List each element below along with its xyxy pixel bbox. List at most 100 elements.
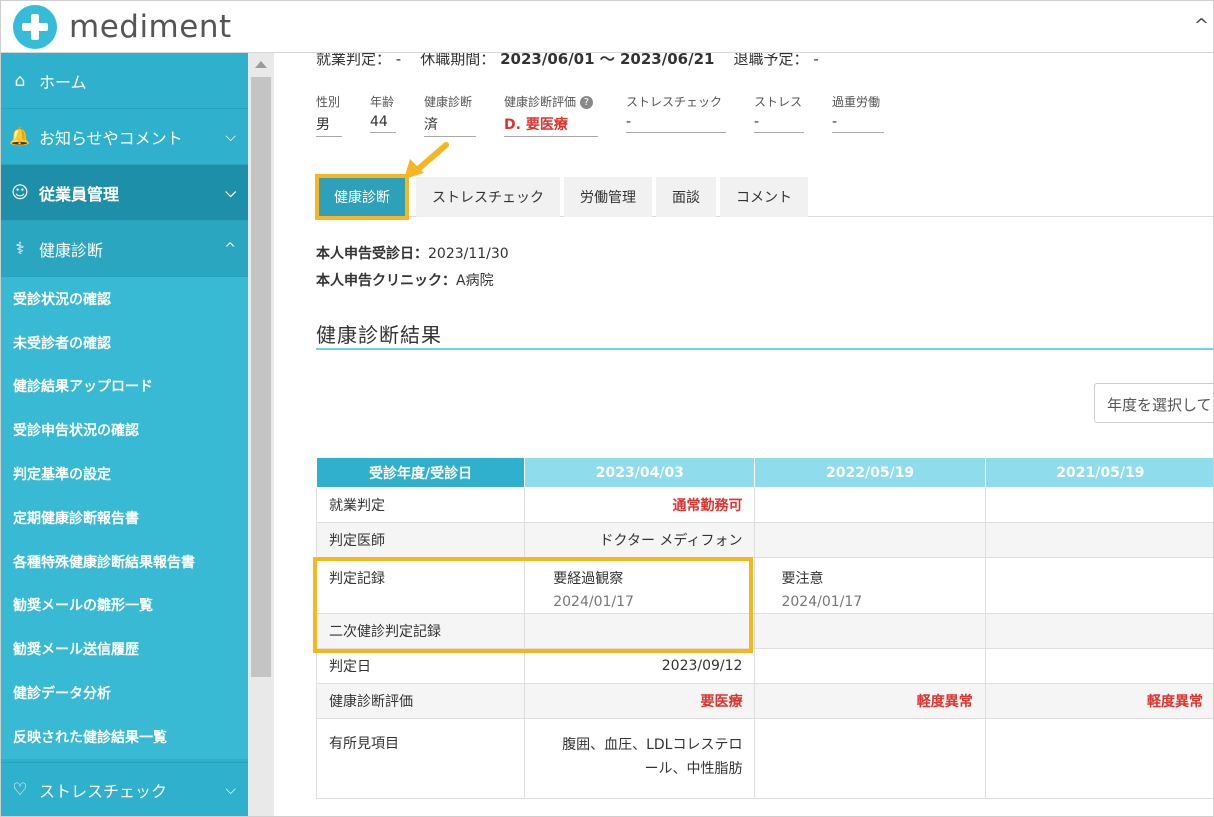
tab-health-checkup[interactable]: 健康診断 <box>315 174 409 220</box>
table-cell: 腹囲、血圧、LDLコレステロール、中性脂肪 <box>524 718 756 799</box>
table-cell <box>984 557 1213 614</box>
sidebar-item-stress-check[interactable]: ♡ ストレスチェック ⌵ <box>1 762 248 816</box>
sidebar-subitem[interactable]: 反映された健診結果一覧 <box>1 714 248 759</box>
heart-icon: ♡ <box>12 780 28 800</box>
field-value: - <box>626 114 726 133</box>
annotation-arrow-icon <box>404 142 449 179</box>
row-label: 判定医師 <box>315 522 526 558</box>
sidebar-item-label: ストレスチェック <box>39 782 168 801</box>
sidebar-subitem[interactable]: 未受診者の確認 <box>1 320 248 365</box>
field-label: 過重労働 <box>832 95 881 109</box>
row-label: 就業判定 <box>315 487 526 523</box>
chevron-up-icon[interactable]: ^ <box>1194 15 1209 36</box>
employment-status-line: 就業判定： - 休職期間： 2023/06/01 〜 2023/06/21 退職… <box>316 53 819 69</box>
employment-value: - <box>395 53 402 68</box>
sidebar-subitem[interactable]: 各種特殊健康診断結果報告書 <box>1 539 248 584</box>
table-header-cell[interactable]: 2022/05/19 <box>754 457 986 488</box>
leave-value: 2023/06/01 〜 2023/06/21 <box>500 53 715 68</box>
employee-summary-fields: 性別 男 年齢 44 健康診断 済 健康診断評価 ? D. 要医療 ストレスチェ… <box>316 93 912 137</box>
field-value: - <box>832 114 884 133</box>
scroll-up-arrow-icon[interactable] <box>255 61 267 68</box>
field-value: 男 <box>316 114 342 137</box>
table-header-cell[interactable]: 2023/04/03 <box>524 457 756 488</box>
sidebar-subitem[interactable]: 受診状況の確認 <box>1 277 248 321</box>
table-row: 健康診断評価 要医療 軽度異常 軽度異常 <box>315 683 1213 719</box>
field-stress: ストレス - <box>754 93 804 137</box>
sidebar-scrollbar[interactable] <box>248 53 274 816</box>
table-cell <box>754 613 986 649</box>
record-value: 要注意 <box>781 571 824 587</box>
help-icon[interactable]: ? <box>579 96 593 109</box>
table-cell: 通常勤務可 <box>524 487 756 523</box>
row-label: 有所見項目 <box>315 718 526 799</box>
sidebar-item-label: お知らせやコメント <box>39 128 183 148</box>
sidebar-subitem[interactable]: 受診申告状況の確認 <box>1 408 248 453</box>
sidebar-item-home[interactable]: ⌂ ホーム <box>1 53 248 109</box>
logo-text: mediment <box>69 9 232 45</box>
table-cell <box>754 522 986 558</box>
tab-interview[interactable]: 面談 <box>656 177 716 217</box>
sidebar-item-notices[interactable]: 🔔 お知らせやコメント ⌵ <box>1 109 248 165</box>
record-date: 2024/01/17 <box>781 594 863 610</box>
sidebar-subitem[interactable]: 勧奨メール送信履歴 <box>1 627 248 672</box>
sidebar-submenu: 受診状況の確認 未受診者の確認 健診結果アップロード 受診申告状況の確認 判定基… <box>1 277 248 759</box>
table-cell <box>754 718 986 799</box>
field-label: 年齢 <box>370 95 395 109</box>
table-cell: 軽度異常 <box>754 683 986 719</box>
logo[interactable]: mediment <box>13 5 232 49</box>
tab-comment[interactable]: コメント <box>720 177 808 217</box>
table-row: 判定記録 要経過観察 2024/01/17 要注意 2024/01/17 <box>315 557 1213 614</box>
field-stress-check: ストレスチェック - <box>626 93 726 137</box>
table-row: 有所見項目 腹囲、血圧、LDLコレステロール、中性脂肪 <box>315 718 1213 799</box>
table-cell <box>984 487 1213 523</box>
tab-stress-check[interactable]: ストレスチェック <box>416 177 560 217</box>
sidebar-subitem[interactable]: 判定基準の設定 <box>1 452 248 496</box>
record-value: 要経過観察 <box>553 571 624 587</box>
sidebar: ⌂ ホーム 🔔 お知らせやコメント ⌵ ☺ 従業員管理 ⌵ ⚕ 健康診断 ^ 受… <box>1 53 248 816</box>
section-title: 健康診断結果 <box>316 323 442 347</box>
detail-tabs: 健康診断 ストレスチェック 労働管理 面談 コメント <box>315 174 1213 220</box>
field-overwork: 過重労働 - <box>832 93 884 137</box>
field-value: - <box>754 114 804 133</box>
field-label: 性別 <box>316 95 341 109</box>
field-age: 年齢 44 <box>370 93 396 137</box>
retire-value: - <box>813 53 819 68</box>
table-header-row: 受診年度/受診日 2023/04/03 2022/05/19 2021/05/1… <box>315 457 1213 488</box>
sidebar-subitem[interactable]: 勧奨メールの雛形一覧 <box>1 583 248 628</box>
table-cell: 軽度異常 <box>984 683 1213 719</box>
people-icon: ☺ <box>11 182 29 203</box>
table-cell: 2023/09/12 <box>524 648 756 684</box>
sidebar-subitem[interactable]: 健診結果アップロード <box>1 364 248 409</box>
table-cell <box>984 648 1213 684</box>
table-header-cell[interactable]: 2021/05/19 <box>984 457 1213 488</box>
section-divider <box>316 348 1213 350</box>
home-icon: ⌂ <box>14 70 26 91</box>
row-label: 二次健診判定記録 <box>315 613 526 649</box>
self-report-date: 本人申告受診日：2023/11/30 <box>316 246 509 262</box>
chevron-up-icon: ^ <box>224 240 236 257</box>
sidebar-subitem[interactable]: 定期健康診断報告書 <box>1 495 248 540</box>
table-cell: ドクター メディフォン <box>524 522 756 558</box>
field-health-checkup: 健康診断 済 <box>424 93 476 137</box>
table-cell: 要医療 <box>524 683 756 719</box>
table-cell <box>984 613 1213 649</box>
table-row: 二次健診判定記録 <box>315 613 1213 649</box>
tab-labor-management[interactable]: 労働管理 <box>564 177 652 217</box>
app-window: mediment ^ ⌂ ホーム 🔔 お知らせやコメント ⌵ ☺ 従業員管理 ⌵… <box>0 0 1214 817</box>
field-value: 44 <box>370 114 396 133</box>
table-cell: 要経過観察 2024/01/17 <box>524 557 756 614</box>
bell-icon: 🔔 <box>9 126 31 147</box>
sidebar-item-employees[interactable]: ☺ 従業員管理 ⌵ <box>1 165 248 221</box>
sidebar-item-health-checkup[interactable]: ⚕ 健康診断 ^ <box>1 221 248 277</box>
field-health-evaluation: 健康診断評価 ? D. 要医療 <box>504 93 598 137</box>
scrollbar-thumb[interactable] <box>251 77 271 677</box>
sidebar-item-label: 健康診断 <box>39 240 104 260</box>
chevron-down-icon: ⌵ <box>225 128 236 145</box>
leave-label: 休職期間： <box>420 53 496 68</box>
year-select[interactable]: 年度を選択して <box>1094 383 1213 423</box>
sidebar-subitem[interactable]: 健診データ分析 <box>1 671 248 715</box>
row-label: 判定日 <box>315 648 526 684</box>
chevron-down-icon: ⌵ <box>225 782 236 798</box>
main-content: 就業判定： - 休職期間： 2023/06/01 〜 2023/06/21 退職… <box>274 53 1213 816</box>
field-value: D. 要医療 <box>504 114 598 137</box>
